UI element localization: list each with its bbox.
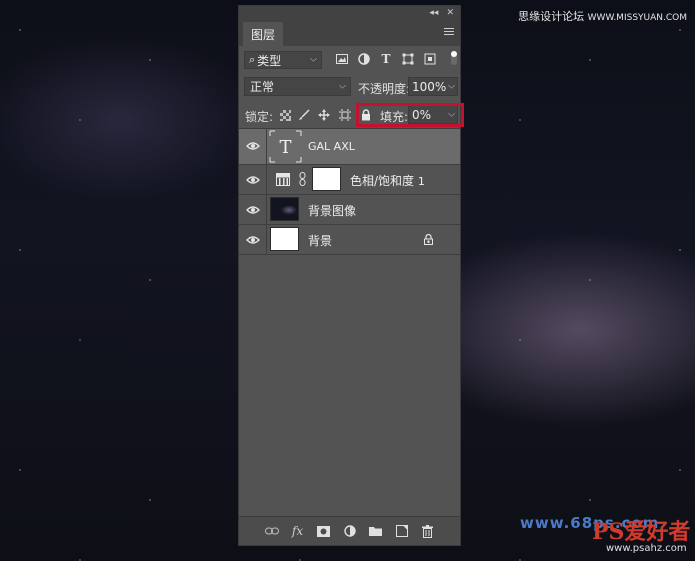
opacity-field[interactable]: 100% ⌵ (408, 77, 458, 96)
watermark-top: 思缘设计论坛 WWW.MISSYUAN.COM (518, 8, 687, 24)
eye-icon[interactable] (246, 175, 260, 185)
blend-mode-value: 正常 (250, 80, 275, 94)
filter-row: ⌕ 类型 ⌵ T (239, 46, 460, 74)
fill-highlight-box (356, 103, 464, 127)
hue-saturation-adjustment-icon (276, 173, 290, 186)
layer-thumbnail (270, 227, 299, 251)
link-icon[interactable] (264, 524, 279, 538)
filter-kind-dropdown[interactable]: ⌕ 类型 ⌵ (244, 51, 322, 69)
opacity-value: 100% (412, 79, 447, 94)
lock-row: 锁定: 填充: 0% ⌵ (239, 102, 464, 128)
layer-name: 背景 (308, 234, 333, 248)
adjustment-layer-icon[interactable] (343, 524, 357, 538)
layer-name: 色相/饱和度 1 (350, 172, 425, 189)
layer-row-hue-saturation[interactable]: 色相/饱和度 1 (239, 165, 460, 195)
watermark-top-url: WWW.MISSYUAN.COM (587, 13, 687, 23)
chevron-down-icon: ⌵ (339, 81, 346, 91)
layer-name-number: 1 (417, 175, 425, 188)
lock-artboard-icon[interactable] (339, 109, 351, 121)
watermark-logo: PS爱好者 (592, 519, 691, 545)
opacity-label: 不透明度: (358, 82, 411, 96)
chevron-down-icon: ⌵ (448, 81, 455, 91)
filter-toggle-icon[interactable] (451, 51, 457, 65)
link-icon[interactable] (299, 172, 306, 186)
eye-icon[interactable] (246, 235, 260, 245)
svg-text:T: T (279, 137, 291, 158)
lock-image-pixels-icon[interactable] (298, 109, 310, 121)
lock-icon (424, 234, 433, 245)
layer-row-background-image[interactable]: 背景图像 (239, 195, 460, 225)
layer-name-text: 色相/饱和度 (350, 174, 415, 188)
lock-transparent-pixels-icon[interactable] (279, 109, 291, 121)
layer-name: 背景图像 (308, 204, 357, 218)
tab-layers[interactable]: 图层 (243, 22, 284, 46)
filter-kind-value: 类型 (257, 53, 282, 68)
lock-label: 锁定: (245, 110, 274, 124)
new-layer-icon[interactable] (395, 524, 409, 538)
layer-thumbnail (270, 197, 299, 221)
mask-icon[interactable] (317, 524, 331, 538)
text-layer-thumbnail: T (269, 130, 302, 163)
delete-icon[interactable] (421, 524, 435, 538)
shape-filter-icon[interactable] (401, 52, 415, 66)
lock-position-icon[interactable] (318, 109, 330, 121)
panel-menu-icon[interactable] (444, 26, 454, 37)
divider (266, 195, 267, 224)
watermark-logo-url: www.psahz.com (606, 543, 687, 554)
panel-title-strip: ◂◂ ✕ (239, 6, 460, 20)
adjustment-filter-icon[interactable] (357, 52, 371, 66)
panel-bottom-toolbar: fx (239, 516, 460, 545)
divider (266, 225, 267, 254)
eye-icon[interactable] (246, 205, 260, 215)
layer-row-background[interactable]: 背景 (239, 225, 460, 255)
layer-list: T GAL AXL 色相/饱和度 1 背景图像 背景 (239, 129, 460, 255)
fx-icon[interactable]: fx (291, 524, 305, 538)
layer-name: GAL AXL (308, 140, 355, 153)
type-icon: T (269, 130, 302, 163)
chevron-down-icon: ⌵ (310, 54, 317, 65)
layer-row-text[interactable]: T GAL AXL (239, 129, 460, 165)
collapse-icon[interactable]: ◂◂ (429, 8, 438, 18)
layer-mask-thumbnail[interactable] (312, 167, 341, 191)
eye-icon[interactable] (246, 141, 260, 151)
smart-object-filter-icon[interactable] (423, 52, 437, 66)
divider (266, 129, 267, 164)
group-icon[interactable] (369, 524, 383, 538)
blend-mode-dropdown[interactable]: 正常 ⌵ (244, 77, 351, 96)
divider (266, 165, 267, 194)
image-filter-icon[interactable] (335, 52, 349, 66)
layers-panel: ◂◂ ✕ 图层 ⌕ 类型 ⌵ T 正常 ⌵ 不透明度: 100% ⌵ 锁定: 填… (238, 5, 464, 546)
watermark-top-text: 思缘设计论坛 (518, 10, 585, 23)
close-icon[interactable]: ✕ (446, 8, 454, 18)
blend-row: 正常 ⌵ 不透明度: 100% ⌵ (239, 74, 460, 102)
type-filter-icon[interactable]: T (379, 52, 393, 66)
panel-tab-row: 图层 (239, 20, 460, 46)
search-icon: ⌕ (249, 53, 256, 66)
